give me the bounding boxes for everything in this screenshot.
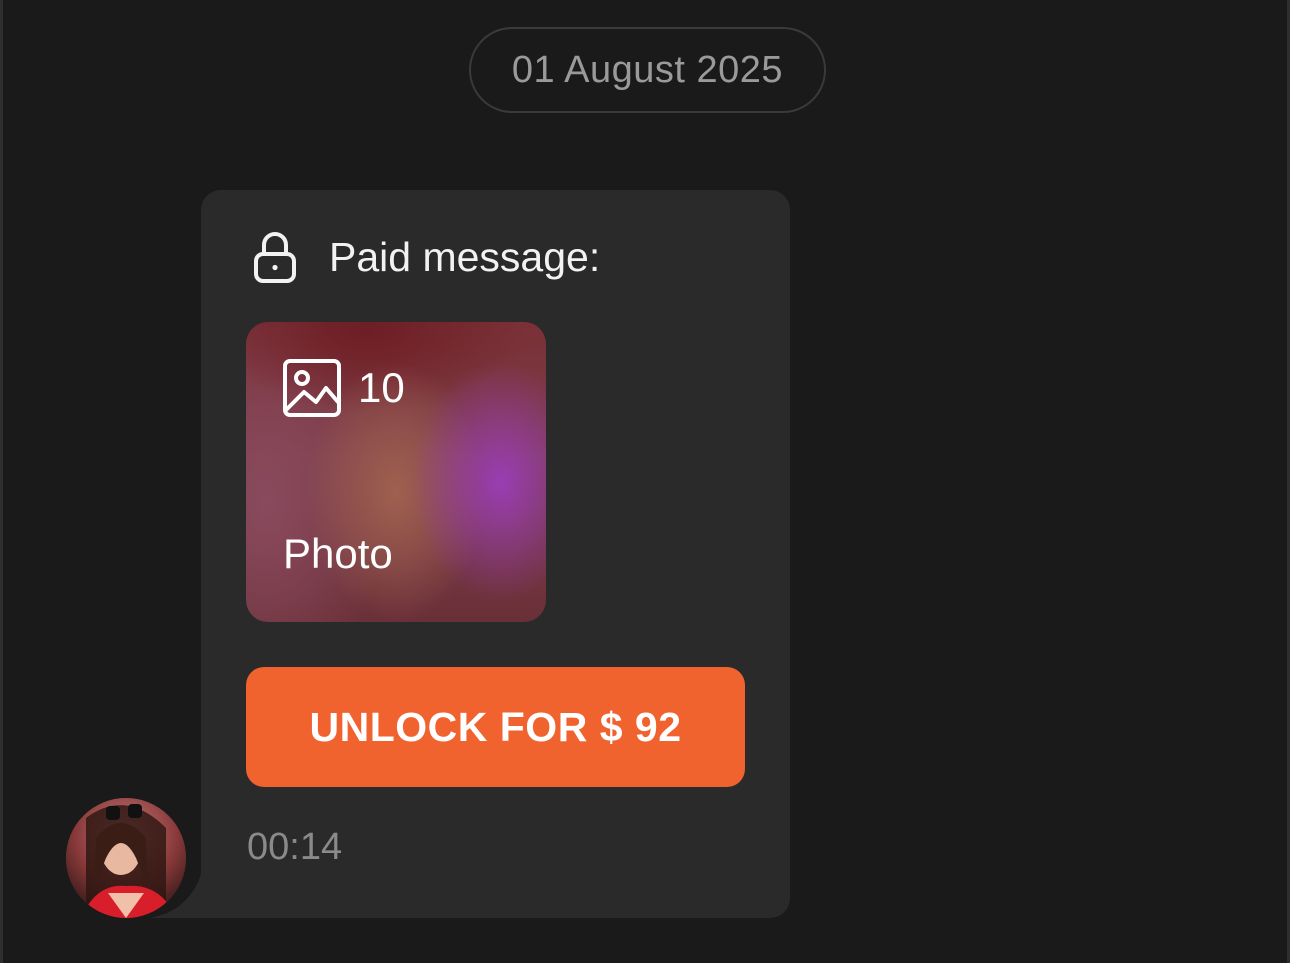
image-icon [282, 358, 342, 418]
date-separator-label: 01 August 2025 [511, 48, 784, 91]
media-type-label: Photo [283, 530, 393, 577]
avatar[interactable] [66, 798, 186, 918]
media-count: 10 [282, 358, 405, 418]
chat-thread: 01 August 2025 Paid message: 10 Photo UN… [0, 0, 1290, 963]
unlock-button[interactable]: UNLOCK FOR $ 92 [246, 667, 745, 787]
media-count-value: 10 [358, 364, 405, 411]
message-timestamp: 00:14 [247, 826, 343, 868]
locked-media-preview[interactable]: 10 Photo [246, 322, 546, 622]
paid-message-header: Paid message: [251, 230, 600, 284]
avatar-image [66, 798, 186, 918]
paid-message-label: Paid message: [329, 233, 601, 280]
lock-icon [251, 230, 299, 284]
date-separator: 01 August 2025 [469, 27, 826, 113]
